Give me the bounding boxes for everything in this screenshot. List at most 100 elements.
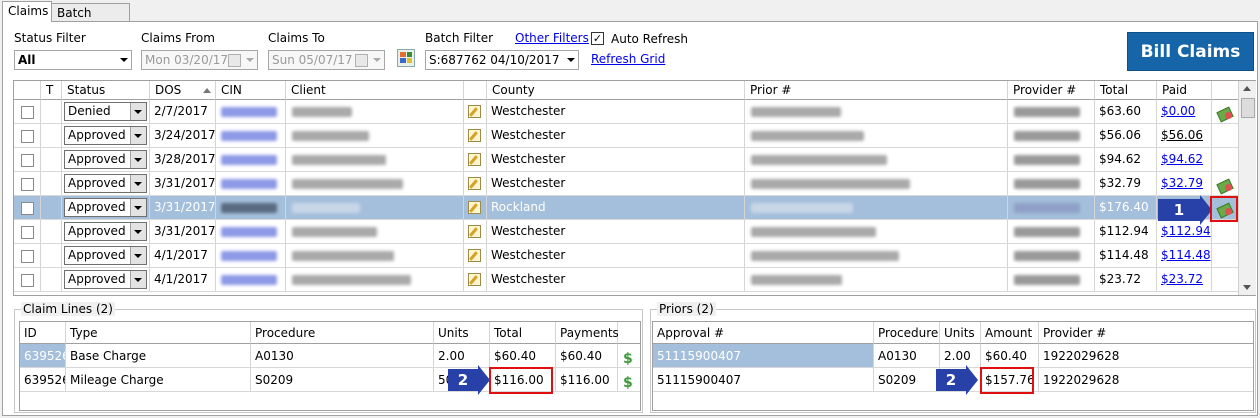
chevron-down-icon[interactable] — [130, 103, 146, 120]
table-row[interactable]: Denied 2/7/2017 Westchester $63.60 $0.00 — [14, 100, 1239, 124]
status-select[interactable]: Approved — [64, 270, 147, 289]
batch-filter-select[interactable]: S:687762 04/10/2017 — [425, 50, 579, 70]
tab-claims[interactable]: Claims — [2, 1, 52, 22]
grid-header-cin[interactable]: CIN — [216, 81, 286, 100]
claims-from-date[interactable]: Mon 03/20/17 — [141, 50, 258, 70]
grid-header-dos[interactable]: DOS — [150, 81, 216, 100]
chevron-down-icon[interactable] — [130, 271, 146, 288]
status-select[interactable]: Approved — [64, 150, 147, 169]
row-checkbox[interactable] — [21, 274, 34, 287]
grid-header-status[interactable]: Status — [62, 81, 150, 100]
status-select[interactable]: Approved — [64, 126, 147, 145]
priors-header-approval[interactable]: Approval # — [653, 322, 874, 344]
paid-link[interactable]: $94.62 — [1161, 152, 1203, 166]
claims-to-value: Sun 05/07/17 — [272, 53, 353, 67]
paid-link[interactable]: $56.06 — [1161, 128, 1203, 142]
row-dos-cell: 2/7/2017 — [150, 100, 216, 123]
status-select[interactable]: Approved — [64, 222, 147, 241]
row-checkbox[interactable] — [21, 226, 34, 239]
row-type-cell — [41, 100, 62, 123]
edit-pencil-icon[interactable] — [468, 153, 481, 166]
scrollbar-thumb[interactable] — [1241, 98, 1255, 118]
table-row[interactable]: Approved 4/1/2017 Westchester $23.72 $23.72 — [14, 268, 1239, 292]
edit-pencil-icon[interactable] — [468, 177, 481, 190]
paid-link[interactable]: $32.79 — [1161, 176, 1203, 190]
table-row[interactable]: Approved 3/28/2017 Westchester $94.62 $94.62 — [14, 148, 1239, 172]
row-checkbox[interactable] — [21, 106, 34, 119]
edit-pencil-icon[interactable] — [468, 273, 481, 286]
priors-header-provider[interactable]: Provider # — [1039, 322, 1253, 344]
grid-header-county[interactable]: County — [487, 81, 745, 100]
grid-header-paid[interactable]: Paid — [1157, 81, 1212, 100]
row-checkbox[interactable] — [21, 130, 34, 143]
row-total-cell: $23.72 — [1095, 268, 1157, 291]
edit-pencil-icon[interactable] — [468, 105, 481, 118]
grid-scrollbar[interactable] — [1238, 81, 1256, 295]
other-filters-link[interactable]: Other Filters — [515, 31, 589, 45]
status-filter-select[interactable]: All — [14, 50, 132, 70]
row-prior-cell — [745, 220, 1008, 243]
table-row[interactable]: Approved 3/31/2017 Westchester $112.94 $112.… — [14, 220, 1239, 244]
edit-pencil-icon[interactable] — [468, 225, 481, 238]
status-select[interactable]: Approved — [64, 246, 147, 265]
claims-to-date[interactable]: Sun 05/07/17 — [268, 50, 385, 70]
edit-pencil-icon[interactable] — [468, 129, 481, 142]
auto-refresh-checkbox[interactable]: ✓ — [591, 32, 604, 45]
grid-header-t[interactable]: T — [41, 81, 62, 100]
tab-batch-history[interactable]: Batch History — [51, 3, 130, 38]
chevron-down-icon[interactable] — [130, 175, 146, 192]
chevron-down-icon[interactable] — [130, 247, 146, 264]
payment-receipt-icon[interactable] — [1216, 104, 1234, 123]
priors-header-units[interactable]: Units — [940, 322, 981, 344]
paid-link[interactable]: $112.94 — [1161, 224, 1211, 238]
claim-lines-header-total[interactable]: Total — [490, 322, 556, 344]
claim-lines-header-payments[interactable]: Payments — [556, 322, 619, 344]
row-type-cell — [41, 268, 62, 291]
status-select[interactable]: Denied — [64, 102, 147, 121]
row-checkbox[interactable] — [21, 202, 34, 215]
claim-lines-header-procedure[interactable]: Procedure — [251, 322, 434, 344]
row-checkbox[interactable] — [21, 250, 34, 263]
table-row[interactable]: Approved3/31/2017Rockland$176.40$ — [14, 196, 1239, 220]
grid-header-client[interactable]: Client — [286, 81, 464, 100]
dollar-icon[interactable]: $ — [623, 371, 633, 391]
bill-claims-button[interactable]: Bill Claims — [1127, 32, 1254, 71]
claim-lines-header-units[interactable]: Units — [434, 322, 490, 344]
paid-link[interactable]: $114.48 — [1161, 248, 1211, 262]
status-select[interactable]: Approved — [64, 198, 147, 217]
row-prior-cell — [745, 244, 1008, 267]
payment-receipt-icon[interactable] — [1216, 176, 1234, 195]
chevron-down-icon[interactable] — [130, 151, 146, 168]
paid-link[interactable]: $23.72 — [1161, 272, 1203, 286]
status-select[interactable]: Approved — [64, 174, 147, 193]
grid-view-icon[interactable] — [397, 49, 415, 67]
priors-header-procedure[interactable]: Procedure — [874, 322, 940, 344]
row-select-cell — [14, 124, 41, 147]
grid-header-prior[interactable]: Prior # — [745, 81, 1008, 100]
grid-header-total[interactable]: Total — [1095, 81, 1157, 100]
edit-pencil-icon[interactable] — [468, 201, 481, 214]
paid-link[interactable]: $0.00 — [1161, 104, 1195, 118]
scroll-up-icon[interactable] — [1243, 86, 1251, 91]
table-row[interactable]: Approved 3/31/2017 Westchester $32.79 $32.79 — [14, 172, 1239, 196]
chevron-down-icon[interactable] — [130, 223, 146, 240]
dollar-icon[interactable]: $ — [623, 347, 633, 367]
claim-lines-header-id[interactable]: ID — [20, 322, 66, 344]
row-dos-cell: 3/31/2017 — [150, 220, 216, 243]
row-client-cell — [286, 124, 464, 147]
scroll-down-icon[interactable] — [1243, 285, 1251, 290]
row-status-cell: Approved — [62, 172, 150, 195]
row-type-cell — [41, 172, 62, 195]
refresh-grid-link[interactable]: Refresh Grid — [591, 52, 665, 66]
chevron-down-icon[interactable] — [130, 127, 146, 144]
row-checkbox[interactable] — [21, 178, 34, 191]
table-row[interactable]: Approved 4/1/2017 Westchester $114.48 $114.4… — [14, 244, 1239, 268]
row-checkbox[interactable] — [21, 154, 34, 167]
chevron-down-icon[interactable] — [130, 199, 146, 216]
redacted-provider — [1014, 275, 1080, 285]
priors-header-amount[interactable]: Amount — [981, 322, 1039, 344]
table-row[interactable]: Approved 3/24/2017 Westchester $56.06 $56.06 — [14, 124, 1239, 148]
claim-lines-header-type[interactable]: Type — [66, 322, 251, 344]
edit-pencil-icon[interactable] — [468, 249, 481, 262]
grid-header-provider[interactable]: Provider # — [1008, 81, 1095, 100]
